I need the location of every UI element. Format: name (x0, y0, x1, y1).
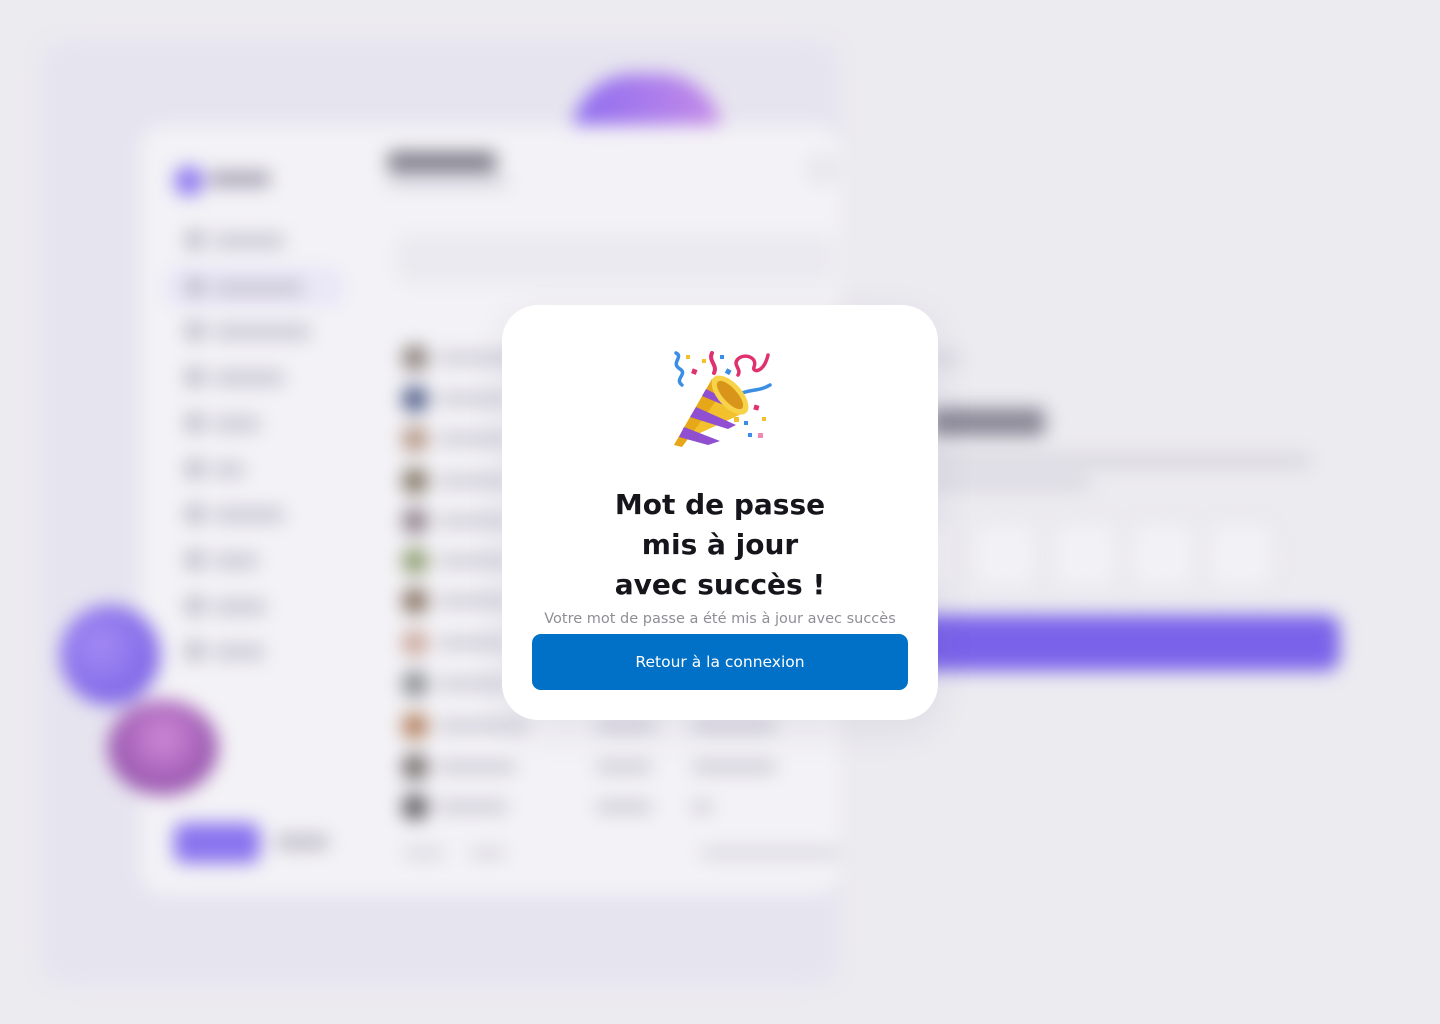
background-sidebar-icon (186, 505, 204, 523)
background-row-text (438, 762, 516, 772)
party-popper-icon (674, 351, 772, 447)
background-otp-text (930, 478, 1090, 488)
background-icon (810, 158, 834, 182)
background-row-text (596, 762, 652, 772)
background-logo (174, 166, 204, 196)
background-row-avatar (402, 386, 428, 412)
background-button (174, 823, 260, 863)
background-sidebar-icon (186, 551, 204, 569)
background-otp-box (972, 522, 1038, 588)
background-row-avatar (402, 468, 428, 494)
modal-title-line: mis à jour (641, 528, 799, 561)
background-row-text (438, 476, 508, 486)
background-sidebar-item (214, 417, 260, 431)
background-sidebar-item (214, 371, 284, 385)
background-row-text (438, 679, 508, 689)
success-modal: Mot de passe mis à jour avec succès ! Vo… (502, 305, 938, 720)
background-sidebar-item (214, 234, 284, 248)
background-otp-box (1208, 522, 1274, 588)
background-row-text (438, 802, 508, 812)
background-row-avatar (402, 508, 428, 534)
background-sidebar-icon (186, 642, 204, 660)
background-page-subtitle (388, 178, 508, 186)
background-pagination (700, 848, 840, 858)
background-sidebar-item (214, 600, 266, 614)
background-row-text (438, 394, 508, 404)
modal-subtitle: Votre mot de passe a été mis à jour avec… (544, 611, 896, 627)
background-row-text (438, 556, 508, 566)
background-sidebar-icon (186, 368, 204, 386)
background-button (276, 835, 328, 849)
background-sidebar-item (214, 325, 310, 339)
background-submit-button (900, 615, 1340, 671)
background-row-avatar (402, 630, 428, 656)
background-sidebar-icon (186, 322, 204, 340)
background-sidebar-icon (186, 414, 204, 432)
background-otp-title (930, 408, 1045, 436)
background-page-title (388, 152, 496, 172)
background-row-avatar (402, 345, 428, 371)
background-row-text (438, 516, 508, 526)
background-logo-text (210, 172, 270, 186)
background-row-text (438, 638, 508, 648)
modal-title-line: avec succès ! (614, 568, 826, 601)
background-row-text (438, 434, 508, 444)
background-row-text (438, 596, 508, 606)
background-row-text (596, 802, 652, 812)
background-row-text (438, 721, 528, 731)
background-row-avatar (402, 588, 428, 614)
background-sidebar-icon (186, 460, 204, 478)
background-row-text (692, 762, 776, 772)
modal-title-line: Mot de passe (614, 488, 826, 521)
background-row-text (692, 802, 712, 812)
background-otp-box (1130, 522, 1196, 588)
background-sidebar-item (214, 463, 244, 477)
background-sidebar-icon (186, 278, 204, 296)
background-row-text (692, 721, 776, 731)
background-sidebar-item (214, 508, 284, 522)
background-blob (60, 605, 160, 705)
background-row-avatar (402, 426, 428, 452)
background-pagination (404, 848, 444, 858)
background-row-avatar (402, 754, 428, 780)
background-row-avatar (402, 713, 428, 739)
back-to-login-button[interactable]: Retour à la connexion (532, 634, 908, 690)
modal-title: Mot de passe mis à jour avec succès ! (502, 485, 938, 605)
background-row-avatar (402, 548, 428, 574)
background-otp-text (930, 456, 1310, 466)
background-row-text (596, 721, 656, 731)
background-blob (108, 700, 218, 795)
background-sidebar-item (214, 281, 304, 295)
background-sidebar-item (214, 645, 264, 659)
background-row-avatar (402, 671, 428, 697)
background-sidebar-icon (186, 597, 204, 615)
background-otp-box (1052, 522, 1118, 588)
background-sidebar-item (214, 554, 258, 568)
background-row-avatar (402, 794, 428, 820)
background-search-bar (396, 234, 836, 284)
background-sidebar-icon (186, 231, 204, 249)
background-pagination (470, 848, 506, 858)
